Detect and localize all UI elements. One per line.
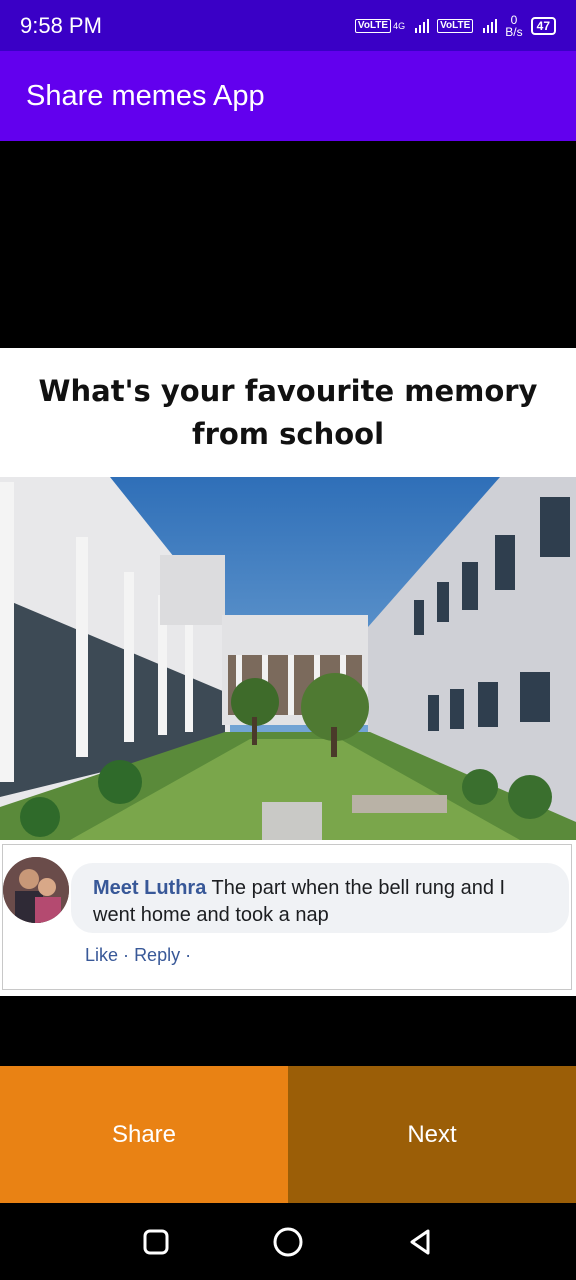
meme-image-view: What's your favourite memory from school (0, 141, 576, 1066)
triangle-back-icon (410, 1229, 430, 1254)
trailing-separator: · (185, 945, 192, 965)
circle-icon (273, 1227, 303, 1256)
school-courtyard-photo (0, 477, 576, 840)
square-icon (143, 1229, 169, 1254)
battery-icon: 47 (530, 16, 556, 35)
system-navigation-bar (0, 1203, 576, 1280)
next-button[interactable]: Next (288, 1066, 576, 1203)
comment-bubble: Meet Luthra The part when the bell rung … (71, 863, 569, 933)
volte-badge-sim2: VoLTE (437, 18, 474, 33)
meme-image: What's your favourite memory from school (0, 348, 576, 996)
separator: · (123, 945, 130, 965)
like-link: Like (85, 945, 119, 965)
net-speed-unit: B/s (505, 24, 523, 39)
back-button[interactable] (400, 1222, 440, 1262)
reply-link: Reply (134, 945, 181, 965)
status-indicators: VoLTE 4G VoLTE 0 B/s 47 (354, 14, 556, 38)
facebook-comment: Meet Luthra The part when the bell rung … (2, 844, 572, 990)
recents-button[interactable] (136, 1222, 176, 1262)
avatar (3, 857, 69, 923)
net-speed-value: 0 (510, 12, 518, 27)
signal-icon-sim1 (415, 18, 430, 33)
network-type: 4G (393, 20, 406, 31)
app-bar: Share memes App (0, 51, 576, 141)
volte-badge-sim1: VoLTE (354, 18, 392, 33)
signal-icon-sim2 (483, 18, 498, 33)
meme-caption: What's your favourite memory from school (38, 374, 538, 451)
net-speed: 0 B/s (505, 14, 522, 38)
home-button[interactable] (268, 1222, 308, 1262)
comment-author: Meet Luthra (93, 877, 207, 899)
status-bar: 9:58 PM VoLTE 4G VoLTE 0 B/s 47 (0, 0, 576, 51)
share-button[interactable]: Share (0, 1066, 288, 1203)
status-time: 9:58 PM (20, 12, 102, 38)
comment-actions: Like · Reply · (85, 945, 191, 966)
app-title: Share memes App (26, 79, 265, 112)
